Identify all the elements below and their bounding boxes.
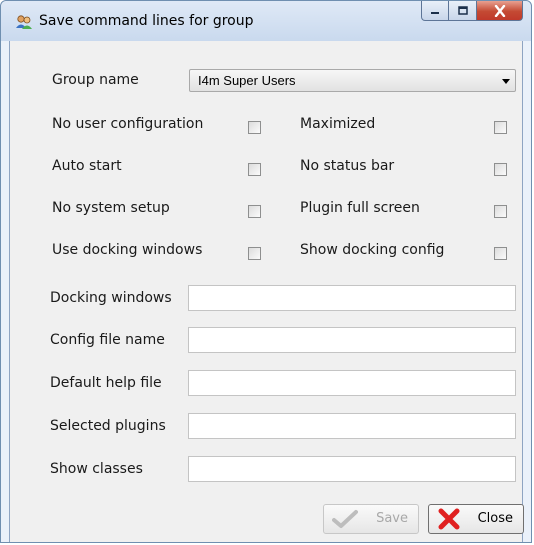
checkbox-label-use-docking-windows: Use docking windows bbox=[52, 242, 203, 258]
checkbox-no-status-bar[interactable] bbox=[494, 163, 507, 176]
checkbox-label-show-docking-config: Show docking config bbox=[300, 242, 445, 258]
checkbox-show-docking-config[interactable] bbox=[494, 247, 507, 260]
field-label-show-classes: Show classes bbox=[50, 461, 143, 477]
docking-windows-input[interactable] bbox=[188, 285, 516, 311]
maximize-icon bbox=[457, 5, 468, 15]
chevron-down-icon bbox=[502, 79, 510, 84]
show-classes-input[interactable] bbox=[188, 456, 516, 482]
field-label-docking-windows: Docking windows bbox=[50, 290, 172, 306]
window-title: Save command lines for group bbox=[39, 13, 254, 29]
group-name-label: Group name bbox=[52, 72, 139, 88]
checkbox-no-user-configuration[interactable] bbox=[248, 121, 261, 134]
field-label-config-file-name: Config file name bbox=[50, 332, 165, 348]
checkbox-label-no-user-configuration: No user configuration bbox=[52, 116, 204, 132]
field-label-selected-plugins: Selected plugins bbox=[50, 418, 166, 434]
group-name-value: I4m Super Users bbox=[198, 73, 296, 88]
checkbox-label-maximized: Maximized bbox=[300, 116, 376, 132]
close-button[interactable]: Close bbox=[428, 504, 524, 534]
close-icon bbox=[494, 4, 505, 17]
minimize-button[interactable] bbox=[421, 1, 449, 21]
checkbox-label-no-status-bar: No status bar bbox=[300, 158, 395, 174]
checkbox-use-docking-windows[interactable] bbox=[248, 247, 261, 260]
checkbox-plugin-full-screen[interactable] bbox=[494, 205, 507, 218]
checkmark-icon bbox=[332, 510, 358, 528]
caption-buttons bbox=[421, 1, 523, 23]
checkbox-label-no-system-setup: No system setup bbox=[52, 200, 170, 216]
title-bar[interactable]: Save command lines for group bbox=[1, 1, 531, 41]
minimize-icon bbox=[431, 11, 439, 14]
save-button[interactable]: Save bbox=[323, 504, 419, 534]
dialog-window: Save command lines for group Group name … bbox=[0, 0, 532, 543]
save-button-label: Save bbox=[376, 511, 408, 526]
checkbox-no-system-setup[interactable] bbox=[248, 205, 261, 218]
users-group-icon bbox=[16, 15, 32, 29]
dialog-body: Group name I4m Super Users No user confi… bbox=[9, 41, 524, 542]
maximize-button[interactable] bbox=[449, 1, 477, 21]
close-window-button[interactable] bbox=[477, 1, 523, 21]
default-help-file-input[interactable] bbox=[188, 370, 516, 396]
checkbox-label-auto-start: Auto start bbox=[52, 158, 122, 174]
checkbox-maximized[interactable] bbox=[494, 121, 507, 134]
field-label-default-help-file: Default help file bbox=[50, 375, 162, 391]
red-x-icon bbox=[438, 508, 460, 530]
checkbox-label-plugin-full-screen: Plugin full screen bbox=[300, 200, 420, 216]
close-button-label: Close bbox=[477, 511, 513, 526]
config-file-name-input[interactable] bbox=[188, 327, 516, 353]
checkbox-auto-start[interactable] bbox=[248, 163, 261, 176]
group-name-dropdown[interactable]: I4m Super Users bbox=[189, 69, 516, 92]
selected-plugins-input[interactable] bbox=[188, 413, 516, 439]
